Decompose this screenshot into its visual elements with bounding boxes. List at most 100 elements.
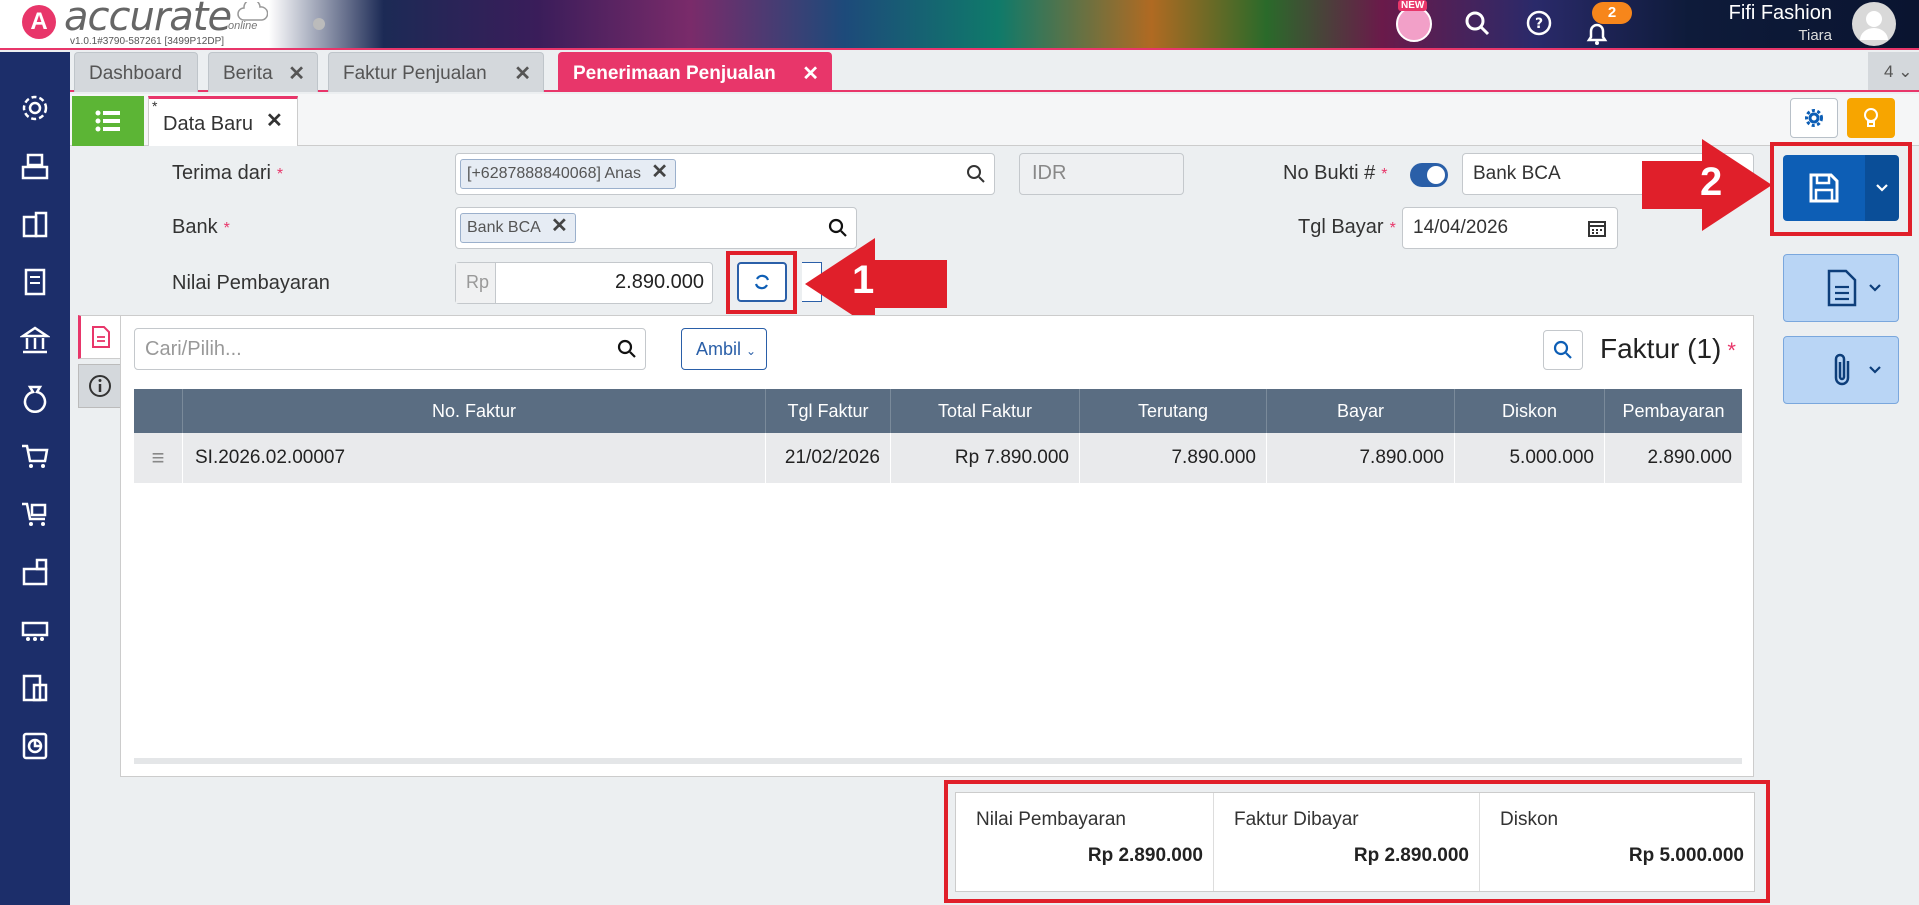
logo-text[interactable]: accurate	[64, 0, 232, 40]
print-document-button[interactable]	[1783, 254, 1899, 322]
invoice-panel	[120, 315, 1754, 777]
tab-penerimaan-penjualan[interactable]: Penerimaan Penjualan ✕	[558, 52, 832, 92]
cash-register-icon[interactable]	[17, 148, 53, 184]
logo-subtext: online	[228, 20, 258, 32]
tab-info[interactable]	[78, 364, 122, 408]
ledger-icon[interactable]	[17, 264, 53, 300]
search-icon	[1553, 340, 1572, 359]
drag-handle-icon[interactable]: ≡	[134, 433, 183, 483]
tab-invoice-details[interactable]	[78, 315, 122, 359]
whats-new-avatar[interactable]	[1396, 6, 1432, 42]
auto-number-toggle[interactable]	[1410, 163, 1448, 187]
highlight-box-summary	[944, 780, 1770, 903]
settings-icon[interactable]	[17, 90, 53, 126]
search-icon[interactable]	[617, 339, 637, 359]
tab-count-dropdown[interactable]: 4 ⌄	[1868, 52, 1919, 90]
step2-number: 2	[1700, 160, 1723, 204]
invoice-search-input[interactable]: Cari/Pilih...	[134, 328, 646, 370]
column-header[interactable]: Pembayaran	[1605, 389, 1742, 433]
column-header[interactable]: No. Faktur	[183, 389, 766, 433]
warehouse-icon[interactable]	[17, 554, 53, 590]
bank-icon[interactable]	[17, 322, 53, 358]
user-name[interactable]: Fifi Fashion	[1722, 2, 1832, 25]
new-badge: NEW	[1398, 0, 1428, 11]
cell-total-faktur: Rp 7.890.000	[891, 433, 1080, 483]
tab-dashboard[interactable]: Dashboard	[74, 52, 198, 92]
tab-label: Berita	[223, 63, 273, 84]
sidebar	[0, 52, 70, 905]
search-icon[interactable]	[828, 218, 848, 238]
cell-bayar: 7.890.000	[1267, 433, 1455, 483]
highlight-box-2	[1770, 142, 1912, 236]
bell-icon[interactable]	[1584, 22, 1610, 46]
cell-tgl-faktur: 21/02/2026	[766, 433, 891, 483]
invoice-table: No. Faktur Tgl Faktur Total Faktur Terut…	[134, 389, 1742, 483]
terima-dari-field[interactable]: [+6287888840068] Anas ✕	[455, 153, 995, 195]
document-icon	[92, 326, 110, 348]
production-icon[interactable]	[17, 612, 53, 648]
chevron-down-icon	[1869, 366, 1881, 374]
remove-chip-icon[interactable]: ✕	[651, 160, 668, 184]
cloud-icon	[236, 2, 268, 22]
ambil-button[interactable]: Ambil ⌄	[681, 328, 767, 370]
step1-number: 1	[852, 258, 875, 302]
close-tab-icon[interactable]: ✕	[266, 108, 283, 133]
amount-value: 2.890.000	[615, 271, 704, 293]
close-tab-icon[interactable]: ✕	[288, 61, 305, 86]
user-avatar[interactable]	[1852, 2, 1896, 46]
purchase-cart-icon[interactable]	[17, 496, 53, 532]
attachment-button[interactable]	[1783, 336, 1899, 404]
building-icon[interactable]	[17, 206, 53, 242]
report-icon[interactable]	[17, 728, 53, 764]
bank-field[interactable]: Bank BCA ✕	[455, 207, 857, 249]
column-header[interactable]: Bayar	[1267, 389, 1455, 433]
tips-button[interactable]	[1847, 98, 1895, 138]
tab-label: Data Baru	[163, 113, 254, 135]
highlight-box-1	[726, 251, 797, 314]
user-role: Tiara	[1798, 27, 1832, 44]
document-icon	[1827, 269, 1857, 307]
tab-bar: Dashboard Berita ✕ Faktur Penjualan ✕ Pene…	[70, 52, 1919, 92]
top-bar	[0, 0, 1919, 50]
svg-text:?: ?	[1535, 16, 1543, 32]
column-header[interactable]: Tgl Faktur	[766, 389, 891, 433]
status-dot	[313, 18, 325, 30]
cart-icon[interactable]	[17, 438, 53, 474]
search-icon[interactable]	[966, 164, 986, 184]
date-value: 14/04/2026	[1413, 217, 1509, 238]
info-icon	[89, 375, 111, 397]
calendar-icon[interactable]	[1587, 218, 1607, 238]
nilai-pembayaran-label: Nilai Pembayaran	[172, 272, 330, 294]
tax-icon[interactable]	[17, 670, 53, 706]
column-header[interactable]: Total Faktur	[891, 389, 1080, 433]
remove-chip-icon[interactable]: ✕	[551, 214, 568, 238]
form-settings-button[interactable]	[1790, 98, 1838, 138]
cell-pembayaran: 2.890.000	[1647, 447, 1732, 468]
close-tab-icon[interactable]: ✕	[802, 61, 819, 86]
currency-field: IDR	[1019, 153, 1184, 195]
column-header[interactable]: Terutang	[1080, 389, 1267, 433]
table-row[interactable]: ≡ SI.2026.02.00007 21/02/2026 Rp 7.890.0…	[134, 433, 1742, 483]
bank-label: Bank *	[172, 216, 230, 238]
chevron-down-icon: ⌄	[746, 344, 757, 358]
column-header[interactable]: Diskon	[1455, 389, 1605, 433]
terima-dari-label: Terima dari *	[172, 162, 284, 184]
money-bag-icon[interactable]	[17, 380, 53, 416]
tgl-bayar-field[interactable]: 14/04/2026	[1402, 207, 1618, 249]
cell-no-faktur: SI.2026.02.00007	[183, 433, 766, 483]
search-icon[interactable]	[1463, 9, 1491, 37]
list-view-button[interactable]	[72, 96, 144, 146]
handle-header	[134, 389, 183, 433]
close-tab-icon[interactable]: ✕	[514, 61, 531, 86]
faktur-search-button[interactable]	[1543, 330, 1583, 370]
tgl-bayar-label: Tgl Bayar *	[1298, 216, 1396, 238]
tab-faktur-penjualan[interactable]: Faktur Penjualan ✕	[328, 52, 544, 92]
tab-berita[interactable]: Berita ✕	[208, 52, 318, 92]
no-bukti-label: No Bukti # *	[1283, 162, 1388, 184]
help-icon[interactable]: ?	[1526, 10, 1552, 36]
logo-icon[interactable]: A	[22, 5, 56, 39]
tab-label: Penerimaan Penjualan	[573, 63, 776, 84]
dirty-mark: *	[152, 98, 158, 114]
tab-label: Dashboard	[89, 63, 182, 84]
horizontal-scrollbar[interactable]	[134, 758, 1742, 764]
